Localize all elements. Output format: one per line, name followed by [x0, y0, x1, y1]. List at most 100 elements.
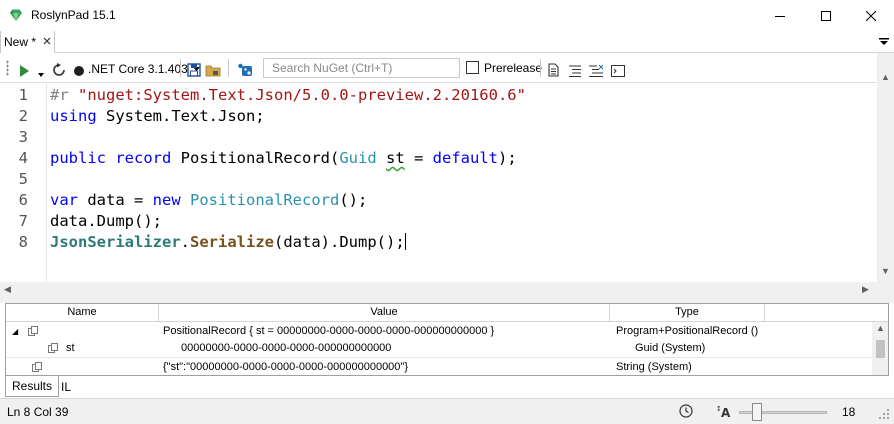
maximize-icon [821, 10, 831, 21]
output-tabs: Results IL [5, 376, 889, 398]
close-icon [866, 10, 876, 21]
column-header-value[interactable]: Value [159, 306, 609, 318]
close-tab-icon[interactable] [41, 35, 53, 47]
result-row[interactable]: {"st":"00000000-0000-0000-0000-000000000… [6, 359, 872, 375]
line-number: 6 [18, 191, 28, 209]
toolbar: .NET Core 3.1.403 Prerelease [0, 53, 894, 83]
font-size-value: 18 [842, 405, 856, 419]
tab-list-dropdown-icon[interactable] [879, 37, 889, 47]
toggle-console-icon[interactable] [611, 62, 625, 80]
line-number: 8 [18, 233, 28, 251]
type-token: PositionalRecord [190, 191, 340, 209]
close-window-button[interactable] [848, 0, 894, 31]
line-number: 3 [18, 128, 28, 146]
tab-new[interactable]: New * [0, 31, 55, 53]
platform-dot-icon [74, 66, 84, 76]
result-type: Guid (System) [635, 342, 706, 354]
column-divider[interactable] [764, 304, 765, 322]
nuget-search-box[interactable] [263, 58, 460, 78]
code-text: ); [498, 149, 517, 167]
diagnostic-squiggle[interactable]: st [386, 149, 405, 167]
status-bar: Ln 8 Col 39 ↕ A 18 [0, 398, 894, 424]
copy-icon[interactable] [48, 343, 58, 353]
keyword-token: record [115, 149, 172, 167]
code-line-7: data.Dump(); [50, 212, 162, 230]
code-text: (data).Dump(); [274, 233, 405, 251]
restart-icon[interactable] [52, 61, 66, 79]
font-size-icon: ↕ A [716, 405, 731, 418]
results-panel: Name Value Type ◢ PositionalRecord { st … [5, 303, 889, 376]
line-number: 4 [18, 149, 28, 167]
platform-selector[interactable]: .NET Core 3.1.403 [88, 60, 200, 78]
roslynpad-gem-icon [10, 9, 22, 21]
code-text: (); [339, 191, 368, 209]
scroll-right-icon[interactable]: ▶ [862, 285, 869, 294]
title-bar: RoslynPad 15.1 [0, 0, 894, 31]
line-number-gutter: 1 2 3 4 5 6 7 8 [0, 84, 47, 282]
expand-triangle-icon[interactable]: ◢ [12, 327, 18, 336]
code-text: PositionalRecord( [171, 149, 340, 167]
tab-results[interactable]: Results [5, 376, 60, 397]
copy-icon[interactable] [32, 362, 42, 372]
column-header-type[interactable]: Type [610, 306, 764, 318]
comment-selection-icon[interactable] [569, 62, 581, 80]
maximize-button[interactable] [803, 0, 849, 31]
code-line-1: #r "nuget:System.Text.Json/5.0.0-preview… [50, 86, 526, 104]
editor-horizontal-scrollbar[interactable]: ◀ ▶ [0, 282, 877, 298]
clock-icon[interactable] [679, 404, 693, 418]
results-vertical-scrollbar[interactable]: ▲ [872, 322, 888, 375]
format-document-icon[interactable] [548, 61, 559, 79]
code-line-4: public record PositionalRecord(Guid st =… [50, 149, 517, 167]
type-token: Guid [339, 149, 377, 167]
save-icon[interactable] [187, 61, 201, 79]
scroll-thumb[interactable] [876, 340, 885, 358]
open-folder-icon[interactable] [205, 61, 221, 79]
copy-icon[interactable] [28, 326, 38, 336]
result-name: st [66, 342, 75, 354]
scroll-left-icon[interactable]: ◀ [4, 285, 11, 294]
scroll-up-icon[interactable]: ▲ [881, 73, 890, 82]
prerelease-label: Prerelease [484, 61, 543, 75]
line-number: 7 [18, 212, 28, 230]
tab-label: Results [12, 379, 53, 393]
code-line-2: using System.Text.Json; [50, 107, 265, 125]
result-value: 00000000-0000-0000-0000-000000000000 [181, 342, 392, 354]
method-token: Serialize [190, 233, 274, 251]
run-options-chevron-icon[interactable] [38, 66, 44, 84]
code-editor[interactable]: 1 2 3 4 5 6 7 8 #r "nuget:System.Text.Js… [0, 84, 877, 282]
minimize-button[interactable] [757, 0, 803, 31]
scroll-down-icon[interactable]: ▼ [881, 267, 890, 276]
uncomment-selection-icon[interactable] [589, 62, 603, 80]
prerelease-checkbox[interactable] [466, 61, 479, 74]
keyword-token: new [152, 191, 181, 209]
nuget-search-input[interactable] [264, 59, 459, 77]
font-size-slider-thumb[interactable] [752, 403, 762, 421]
toolbar-grip[interactable] [6, 60, 9, 76]
result-row[interactable]: ◢ PositionalRecord { st = 00000000-0000-… [6, 323, 872, 340]
tab-il[interactable]: IL [55, 376, 77, 397]
result-type: Program+PositionalRecord () [616, 325, 759, 337]
run-icon[interactable] [19, 62, 29, 80]
row-divider [6, 357, 872, 358]
class-token: JsonSerializer [50, 233, 181, 251]
editor-vertical-scrollbar[interactable]: ▲ ▼ [877, 53, 894, 298]
directive-token: #r [50, 86, 69, 104]
nuget-icon[interactable] [238, 61, 254, 79]
text-caret [404, 233, 406, 250]
line-number: 2 [18, 107, 28, 125]
platform-label: .NET Core 3.1.403 [88, 62, 188, 76]
column-header-name[interactable]: Name [6, 306, 158, 318]
caret-position: Ln 8 Col 39 [7, 405, 69, 419]
keyword-token: using [50, 107, 97, 125]
result-row[interactable]: st 00000000-0000-0000-0000-000000000000 … [6, 340, 872, 357]
tab-label: IL [61, 379, 72, 394]
result-value: PositionalRecord { st = 00000000-0000-00… [163, 325, 495, 337]
keyword-token: public [50, 149, 106, 167]
result-type: String (System) [616, 361, 692, 373]
code-text: . [180, 233, 190, 251]
scroll-up-icon[interactable]: ▲ [876, 324, 885, 333]
code-text: = [404, 149, 433, 167]
resize-grip-icon[interactable] [878, 408, 890, 420]
